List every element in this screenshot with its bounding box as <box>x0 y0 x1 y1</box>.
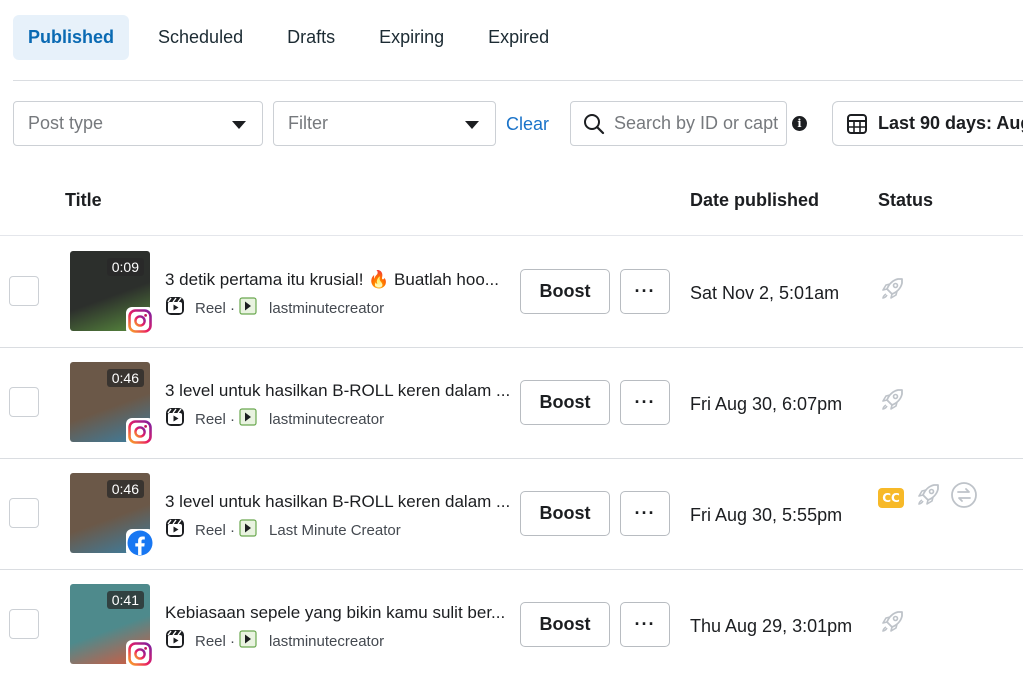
rocket-icon <box>914 481 942 514</box>
tab-drafts[interactable]: Drafts <box>272 15 350 60</box>
tab-expiring[interactable]: Expiring <box>364 15 459 60</box>
column-header-status: Status <box>878 190 934 210</box>
date-range-label: Last 90 days: Aug <box>878 113 1023 133</box>
status-icons: CC <box>878 481 978 514</box>
post-meta: Reel · lastminutecreator <box>165 629 384 653</box>
reel-icon <box>165 518 185 542</box>
instagram-icon <box>126 418 154 446</box>
status-icons <box>878 386 910 419</box>
rocket-icon <box>878 386 906 419</box>
post-title[interactable]: 3 level untuk hasilkan B-ROLL keren dala… <box>165 492 511 512</box>
account-name: lastminutecreator <box>269 410 385 428</box>
row-checkbox[interactable] <box>9 609 39 639</box>
post-type-label: Reel · <box>195 521 236 539</box>
account-name: lastminutecreator <box>269 299 385 317</box>
post-title[interactable]: 3 level untuk hasilkan B-ROLL keren dala… <box>165 381 511 401</box>
post-meta: Reel · lastminutecreator <box>165 407 384 431</box>
instagram-icon <box>126 307 154 335</box>
account-name: Last Minute Creator <box>269 521 401 539</box>
more-options-button[interactable]: ··· <box>620 269 670 314</box>
clear-filters-link[interactable]: Clear <box>506 114 549 135</box>
column-header-date[interactable]: Date published <box>690 190 819 211</box>
boost-button[interactable]: Boost <box>520 602 610 647</box>
caret-down-icon <box>232 121 246 129</box>
search-input[interactable]: Search by ID or capt <box>570 101 787 146</box>
table-row[interactable]: 0:46 3 level untuk hasilkan B-ROLL keren… <box>0 348 1023 459</box>
calendar-icon <box>847 113 867 134</box>
reel-icon <box>165 296 185 320</box>
row-checkbox[interactable] <box>9 276 39 306</box>
video-duration: 0:46 <box>106 480 144 498</box>
table-row[interactable]: 0:09 3 detik pertama itu krusial! 🔥 Buat… <box>0 237 1023 348</box>
post-type-placeholder: Post type <box>28 113 104 133</box>
more-options-button[interactable]: ··· <box>620 491 670 536</box>
date-published: Thu Aug 29, 3:01pm <box>690 616 853 636</box>
post-type-label: Reel · <box>195 632 236 650</box>
page-icon <box>239 519 257 541</box>
account-name: lastminutecreator <box>269 632 385 650</box>
video-duration: 0:46 <box>106 369 144 387</box>
reel-icon <box>165 629 185 653</box>
date-published: Sat Nov 2, 5:01am <box>690 283 840 303</box>
post-thumbnail[interactable]: 0:09 <box>70 251 154 335</box>
row-checkbox[interactable] <box>9 498 39 528</box>
date-published: Fri Aug 30, 5:55pm <box>690 505 843 525</box>
post-thumbnail[interactable]: 0:46 <box>70 473 154 557</box>
video-duration: 0:09 <box>106 258 144 276</box>
post-title[interactable]: 3 detik pertama itu krusial! 🔥 Buatlah h… <box>165 270 511 290</box>
row-checkbox[interactable] <box>9 387 39 417</box>
instagram-icon <box>126 640 154 668</box>
status-icons <box>878 275 910 308</box>
filter-placeholder: Filter <box>288 113 328 133</box>
post-thumbnail[interactable]: 0:46 <box>70 362 154 446</box>
page-icon <box>239 630 257 652</box>
boost-button[interactable]: Boost <box>520 380 610 425</box>
post-type-label: Reel · <box>195 299 236 317</box>
info-icon[interactable]: i <box>792 116 807 131</box>
post-type-label: Reel · <box>195 410 236 428</box>
boost-button[interactable]: Boost <box>520 269 610 314</box>
facebook-icon <box>126 529 154 557</box>
video-duration: 0:41 <box>106 591 144 609</box>
content-tabs: Published Scheduled Drafts Expiring Expi… <box>13 15 578 60</box>
post-title[interactable]: Kebiasaan sepele yang bikin kamu sulit b… <box>165 603 511 623</box>
post-meta: Reel · lastminutecreator <box>165 296 384 320</box>
boost-button[interactable]: Boost <box>520 491 610 536</box>
column-header-title[interactable]: Title <box>65 190 102 211</box>
table-row[interactable]: 0:41 Kebiasaan sepele yang bikin kamu su… <box>0 570 1023 673</box>
filter-select[interactable]: Filter <box>273 101 496 146</box>
reel-icon <box>165 407 185 431</box>
post-thumbnail[interactable]: 0:41 <box>70 584 154 668</box>
rocket-icon <box>878 608 906 641</box>
post-type-select[interactable]: Post type <box>13 101 263 146</box>
crosspost-icon <box>950 481 978 514</box>
cc-icon: CC <box>878 487 904 508</box>
caret-down-icon <box>465 121 479 129</box>
search-placeholder: Search by ID or capt <box>614 113 779 133</box>
more-options-button[interactable]: ··· <box>620 602 670 647</box>
more-options-button[interactable]: ··· <box>620 380 670 425</box>
tabs-divider <box>13 80 1023 81</box>
tab-published[interactable]: Published <box>13 15 130 60</box>
post-meta: Reel · Last Minute Creator <box>165 518 401 542</box>
date-published: Fri Aug 30, 6:07pm <box>690 394 843 414</box>
tab-scheduled[interactable]: Scheduled <box>143 15 258 60</box>
search-icon <box>584 113 605 134</box>
date-range-picker[interactable]: Last 90 days: Aug <box>832 101 1023 146</box>
rocket-icon <box>878 275 906 308</box>
header-divider <box>0 235 1023 236</box>
page-icon <box>239 297 257 319</box>
tab-expired[interactable]: Expired <box>473 15 564 60</box>
table-row[interactable]: 0:46 3 level untuk hasilkan B-ROLL keren… <box>0 459 1023 570</box>
page-icon <box>239 408 257 430</box>
status-icons <box>878 608 910 641</box>
